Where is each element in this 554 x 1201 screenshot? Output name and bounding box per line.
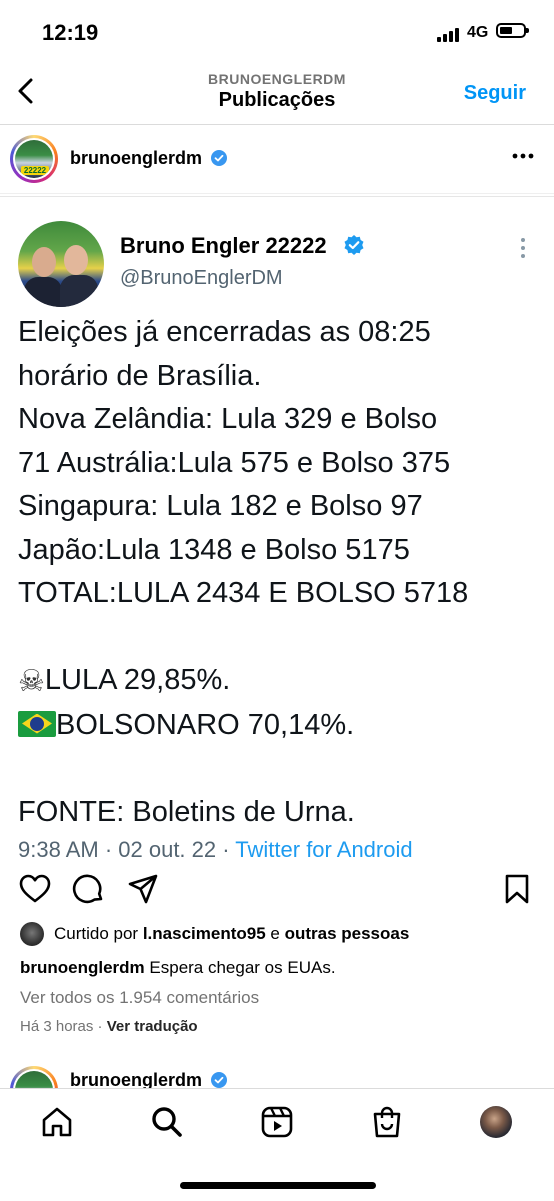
tweet-handle: @BrunoEnglerDM <box>120 267 283 289</box>
tweet-line: Eleições já encerradas as 08:25 <box>18 316 431 348</box>
battery-icon <box>496 23 529 38</box>
tweet-meta: 9:38 AM · 02 out. 22 · Twitter for Andro… <box>18 837 413 857</box>
heart-icon[interactable] <box>18 872 52 906</box>
tweet-line: 71 Austrália:Lula 575 e Bolso 375 <box>18 446 451 479</box>
action-bar <box>0 866 554 914</box>
post-header: 22222 brunoenglerdm <box>0 125 554 194</box>
tweet-image[interactable]: Bruno Engler 22222 @BrunoEnglerDM Eleiçõ… <box>0 196 554 857</box>
home-indicator <box>180 1182 376 1189</box>
tweet-line: BOLSONARO 70,14%. <box>56 708 355 741</box>
avatar[interactable]: 22222 <box>10 135 58 183</box>
view-comments-link[interactable]: Ver todos os 1.954 comentários <box>20 988 259 1008</box>
caption: brunoenglerdm Espera chegar os EUAs. <box>20 958 336 978</box>
tweet-author-name: Bruno Engler 22222 <box>120 233 327 258</box>
liked-by[interactable]: Curtido por l.nascimento95 e outras pess… <box>20 920 540 950</box>
more-options-icon[interactable] <box>512 153 534 159</box>
translate-link[interactable]: Ver tradução <box>107 1018 198 1035</box>
clock: 12:19 <box>42 20 99 45</box>
profile-avatar[interactable] <box>480 1106 512 1138</box>
signal-icon <box>437 26 461 42</box>
post-username[interactable]: brunoenglerdm <box>70 148 202 169</box>
reels-icon[interactable] <box>260 1105 294 1139</box>
tweet-line: horário de Brasília. <box>18 359 262 392</box>
tweet-line: LULA 29,85%. <box>44 664 231 696</box>
liked-mid: e <box>265 924 285 943</box>
skull-emoji-icon: ☠ <box>18 665 45 698</box>
tweet-line: Singapura: Lula 182 e Bolso 97 <box>18 490 423 522</box>
verified-icon <box>211 1072 227 1088</box>
share-icon[interactable] <box>126 872 160 906</box>
top-nav: BRUNOENGLERDM Publicações Seguir <box>0 60 554 125</box>
tweet-line: TOTAL:LULA 2434 E BOLSO 5718 <box>18 577 469 609</box>
tweet-avatar <box>18 221 104 307</box>
shop-icon[interactable] <box>370 1105 404 1139</box>
home-icon[interactable] <box>40 1105 74 1139</box>
tweet-more-icon <box>521 238 525 258</box>
brazil-flag-icon <box>18 710 56 737</box>
tweet-line: FONTE: Boletins de Urna. <box>18 795 355 828</box>
status-bar: 12:19 4G <box>0 0 554 60</box>
tweet-source: Twitter for Android <box>235 837 413 857</box>
search-icon[interactable] <box>150 1105 184 1139</box>
tweet-text: Eleições já encerradas as 08:25 horário d… <box>18 311 548 834</box>
liker-avatar <box>20 922 44 946</box>
avatar-badge: 22222 <box>21 166 49 175</box>
follow-button[interactable]: Seguir <box>464 82 526 105</box>
bookmark-icon[interactable] <box>500 872 534 906</box>
caption-text: Espera chegar os EUAs. <box>144 958 336 977</box>
tweet-time: 9:38 AM · 02 out. 22 · <box>18 837 236 857</box>
liker-username[interactable]: l.nascimento95 <box>143 924 266 943</box>
network-label: 4G <box>467 24 489 41</box>
tweet-line: Japão:Lula 1348 e Bolso 5175 <box>18 533 410 566</box>
post-time-row: Há 3 horas · Ver tradução <box>20 1018 198 1035</box>
bottom-tab-bar <box>0 1088 554 1201</box>
liked-text: Curtido por l.nascimento95 e outras pess… <box>54 924 409 944</box>
tweet-line: Nova Zelândia: Lula 329 e Bolso <box>18 403 438 435</box>
liked-prefix: Curtido por <box>54 924 143 943</box>
verified-icon <box>211 150 227 166</box>
liked-others[interactable]: outras pessoas <box>285 924 410 943</box>
caption-username[interactable]: brunoenglerdm <box>20 958 145 977</box>
comment-icon[interactable] <box>72 872 106 906</box>
post-time: Há 3 horas <box>20 1018 94 1035</box>
tweet-verified-icon <box>344 235 364 255</box>
